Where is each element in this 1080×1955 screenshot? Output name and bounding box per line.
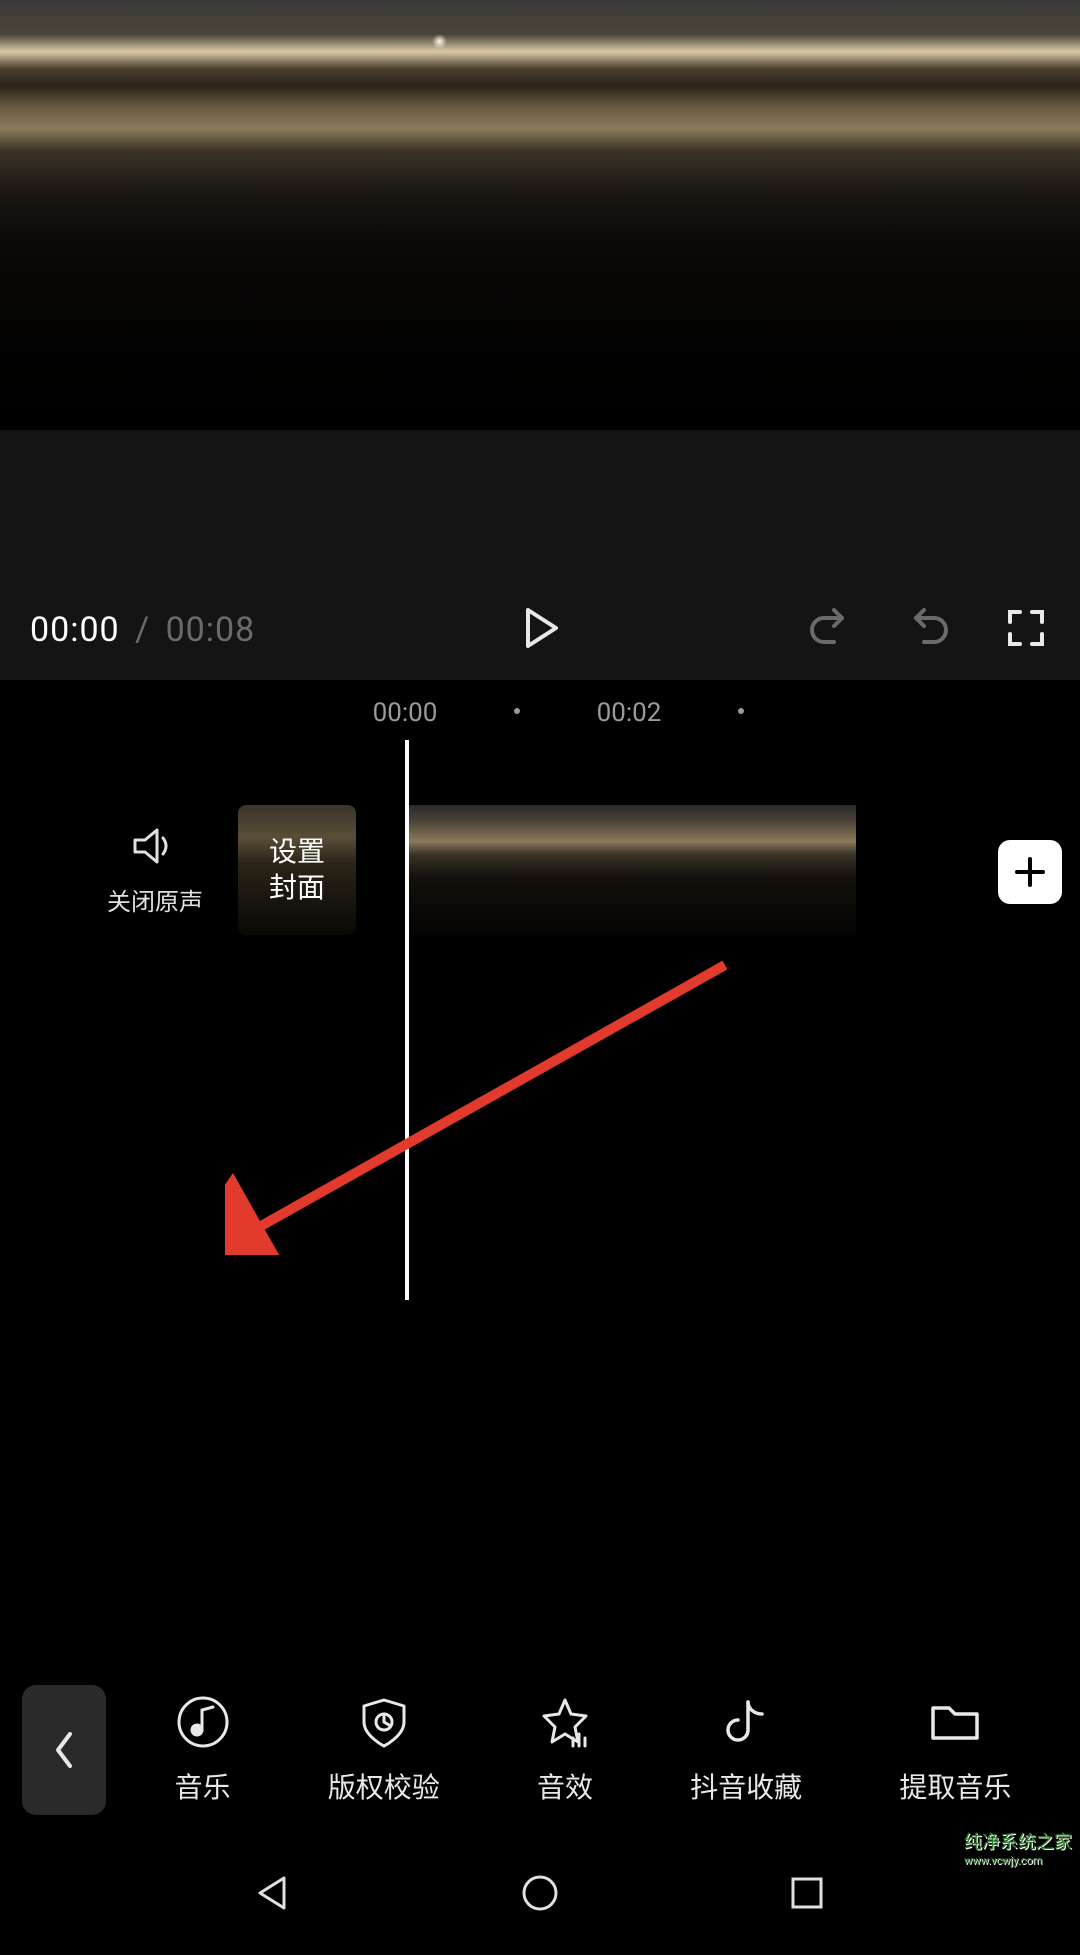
total-time: 00:08: [166, 610, 256, 650]
audio-toolbar: 音乐 版权校验 音效 抖音收藏: [0, 1665, 1080, 1835]
add-clip-button[interactable]: [998, 840, 1062, 904]
toolbar-back-button[interactable]: [22, 1685, 106, 1815]
mute-label: 关闭原声: [100, 882, 210, 917]
video-preview[interactable]: [0, 0, 1080, 430]
ruler-mark: 00:00: [373, 698, 438, 728]
tool-label: 音乐: [175, 1766, 231, 1806]
ruler-mark: 00:02: [597, 698, 662, 728]
watermark-line2: www.vcwjy.com: [964, 1854, 1072, 1867]
douyin-icon: [718, 1694, 774, 1750]
clip-frame: [744, 805, 856, 935]
android-navbar: [0, 1835, 1080, 1955]
shield-check-icon: [356, 1694, 412, 1750]
plus-icon: [1013, 855, 1047, 889]
toolbar-items: 音乐 版权校验 音效 抖音收藏: [106, 1694, 1080, 1806]
playhead[interactable]: [405, 740, 409, 1300]
timeline[interactable]: 关闭原声 设置 封面: [0, 740, 1080, 1300]
time-display: 00:00 / 00:08: [30, 610, 255, 650]
chevron-left-icon: [50, 1728, 78, 1772]
clip-frame: [520, 805, 632, 935]
current-time: 00:00: [30, 610, 120, 650]
ruler-dot: [738, 708, 744, 714]
timeline-ruler[interactable]: 00:00 00:02: [0, 680, 1080, 740]
redo-icon: [904, 604, 952, 652]
star-sound-icon: [537, 1694, 593, 1750]
play-icon: [516, 604, 564, 652]
watermark: 纯净系统之家 www.vcwjy.com: [964, 1828, 1072, 1867]
expand-icon: [1002, 604, 1050, 652]
nav-back[interactable]: [252, 1872, 294, 1918]
undo-button[interactable]: [806, 604, 854, 656]
watermark-line1: 纯净系统之家: [964, 1832, 1072, 1853]
tool-label: 提取音乐: [899, 1766, 1011, 1806]
triangle-left-icon: [252, 1872, 294, 1914]
music-note-icon: [175, 1694, 231, 1750]
mute-original-button[interactable]: 关闭原声: [100, 824, 210, 917]
right-controls: [806, 604, 1050, 656]
tool-copyright[interactable]: 版权校验: [328, 1694, 440, 1806]
tool-label: 音效: [537, 1766, 593, 1806]
tool-extract-music[interactable]: 提取音乐: [899, 1694, 1011, 1806]
undo-icon: [806, 604, 854, 652]
set-cover-button[interactable]: 设置 封面: [238, 805, 356, 935]
nav-recents[interactable]: [786, 1872, 828, 1918]
circle-icon: [519, 1872, 561, 1914]
fullscreen-button[interactable]: [1002, 604, 1050, 656]
video-clip[interactable]: [408, 805, 856, 935]
clip-frame: [408, 805, 520, 935]
folder-icon: [927, 1694, 983, 1750]
tool-label: 版权校验: [328, 1766, 440, 1806]
speaker-icon: [131, 824, 179, 868]
square-icon: [786, 1872, 828, 1914]
tool-music[interactable]: 音乐: [175, 1694, 231, 1806]
time-separator: /: [135, 610, 150, 650]
ruler-dot: [514, 708, 520, 714]
clip-frame: [632, 805, 744, 935]
nav-home[interactable]: [519, 1872, 561, 1918]
preview-gap: [0, 430, 1080, 580]
play-button[interactable]: [516, 604, 564, 656]
cover-label: 设置 封面: [269, 834, 325, 907]
redo-button[interactable]: [904, 604, 952, 656]
tool-douyin-fav[interactable]: 抖音收藏: [690, 1694, 802, 1806]
tool-label: 抖音收藏: [690, 1766, 802, 1806]
playback-controls: 00:00 / 00:08: [0, 580, 1080, 680]
tool-sfx[interactable]: 音效: [537, 1694, 593, 1806]
